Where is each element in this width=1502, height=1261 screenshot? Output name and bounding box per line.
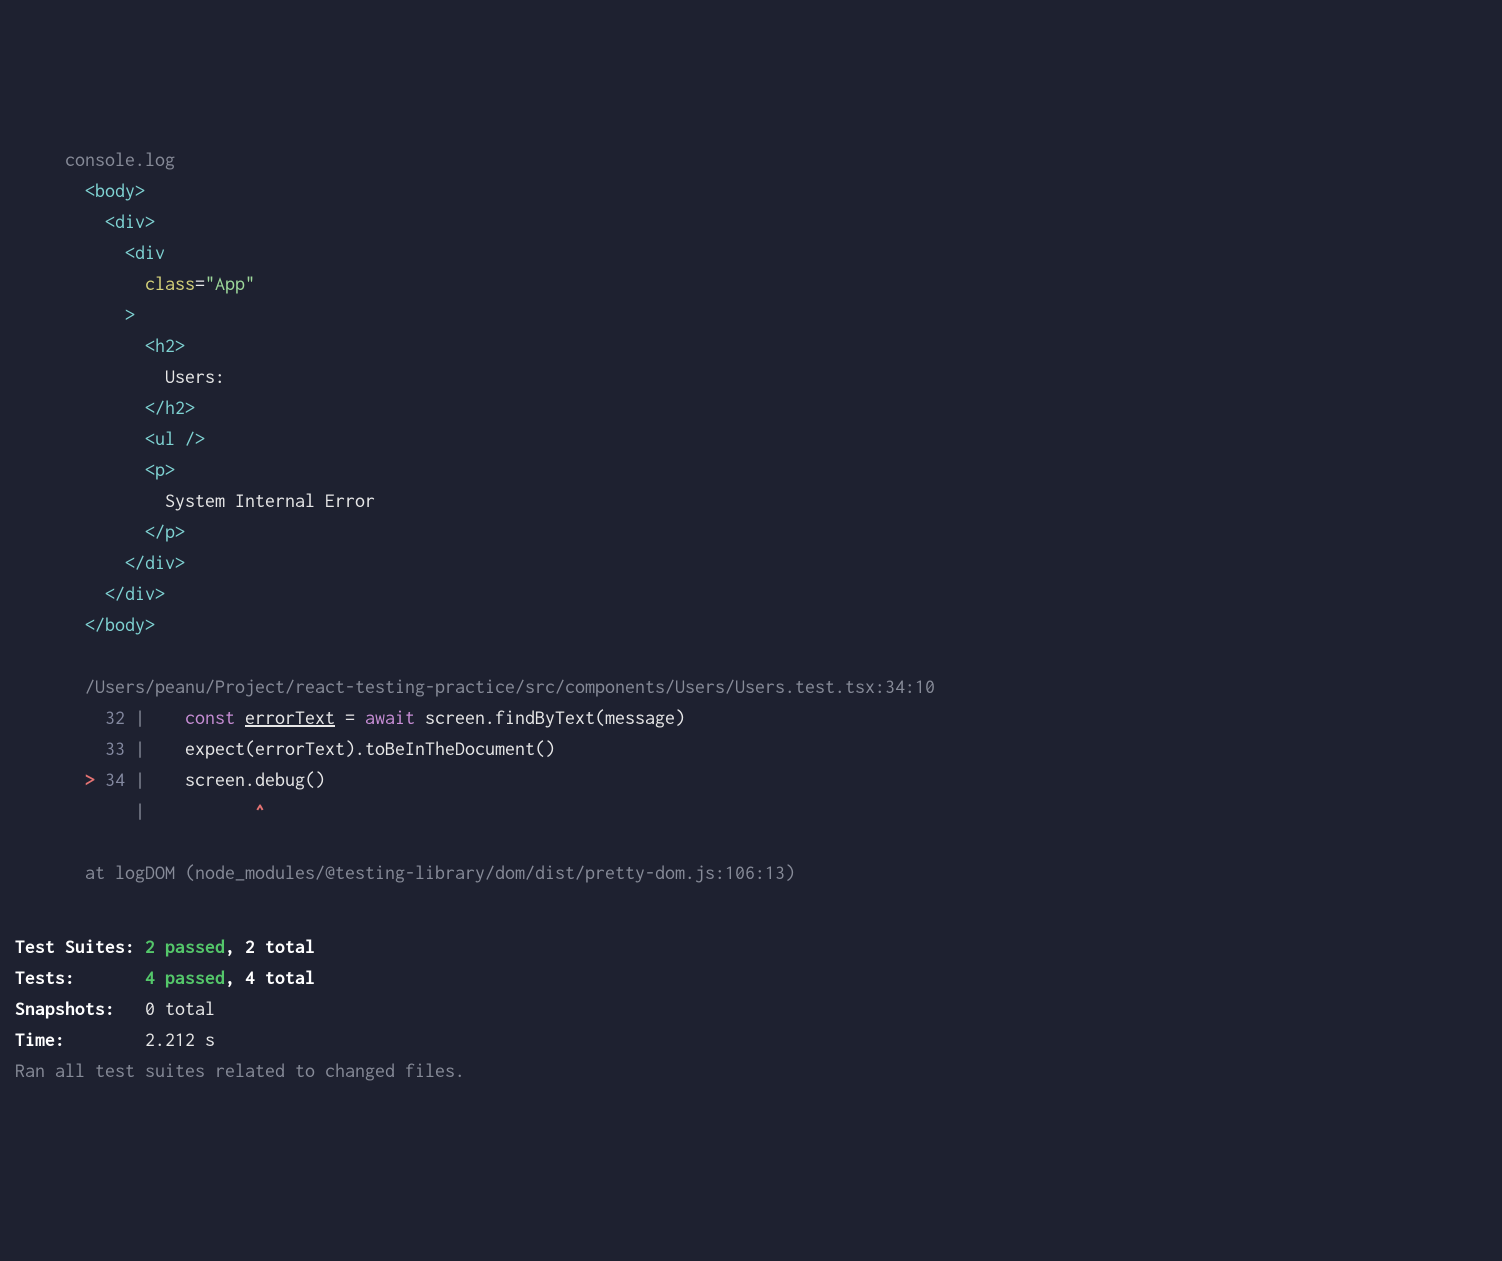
tag-body-close: </body> — [85, 614, 155, 635]
suites-passed: 2 passed — [145, 936, 225, 957]
tests-label: Tests: — [15, 967, 145, 988]
snapshots-value: 0 total — [145, 998, 215, 1019]
caret-icon: ^ — [255, 800, 265, 821]
kw-await: await — [365, 707, 415, 728]
time-label: Time: — [15, 1029, 145, 1050]
tag-p-open: <p> — [145, 459, 175, 480]
line-34-num: 34 — [105, 769, 125, 790]
line-34-pipe: | — [125, 769, 145, 790]
line-32-rest: screen.findByText(message) — [415, 707, 685, 728]
file-path: /Users/peanu/Project/react-testing-pract… — [85, 676, 935, 697]
tag-div2-close: </div> — [125, 552, 185, 573]
line-32-num: 32 — [105, 707, 125, 728]
tag-h2-open: <h2> — [145, 335, 185, 356]
caret-indent — [145, 800, 255, 821]
attr-class-value: "App" — [205, 273, 255, 294]
stack-at-line: at logDOM (node_modules/@testing-library… — [85, 862, 795, 883]
attr-equals: = — [195, 273, 205, 294]
line-32-pipe: | — [125, 707, 145, 728]
tests-passed: 4 passed — [145, 967, 225, 988]
kw-const: const — [185, 707, 235, 728]
suites-total: , 2 total — [225, 936, 315, 957]
line-33-num: 33 — [105, 738, 125, 759]
h2-text: Users: — [165, 366, 225, 387]
console-log-label: console.log — [65, 149, 175, 170]
line-34-code: screen.debug() — [145, 769, 325, 790]
snapshots-label: Snapshots: — [15, 998, 145, 1019]
ran-line: Ran all test suites related to changed f… — [15, 1060, 465, 1081]
p-text: System Internal Error — [165, 490, 375, 511]
line-blank-pipe: | — [105, 800, 145, 821]
line-caret-indicator: > — [85, 769, 105, 790]
tests-total: , 4 total — [225, 967, 315, 988]
attr-class: class — [145, 273, 195, 294]
tag-div-open: <div> — [105, 211, 155, 232]
time-value: 2.212 s — [145, 1029, 215, 1050]
tag-body-open: <body> — [85, 180, 145, 201]
line-33-code: expect(errorText).toBeInTheDocument() — [145, 738, 555, 759]
tag-p-close: </p> — [145, 521, 185, 542]
tag-div2-open: <div — [125, 242, 165, 263]
var-errortext: errorText — [245, 707, 335, 728]
test-summary: Test Suites: 2 passed, 2 total Tests: 4 … — [15, 931, 1487, 1086]
console-header: console.log <body> <div> <div class="App… — [65, 144, 1487, 888]
tag-close-open: > — [125, 304, 135, 325]
tag-h2-close: </h2> — [145, 397, 195, 418]
line-32-eq: = — [335, 707, 365, 728]
line-33-pipe: | — [125, 738, 145, 759]
tag-ul-self: <ul /> — [145, 428, 205, 449]
suites-label: Test Suites: — [15, 936, 145, 957]
tag-div1-close: </div> — [105, 583, 165, 604]
